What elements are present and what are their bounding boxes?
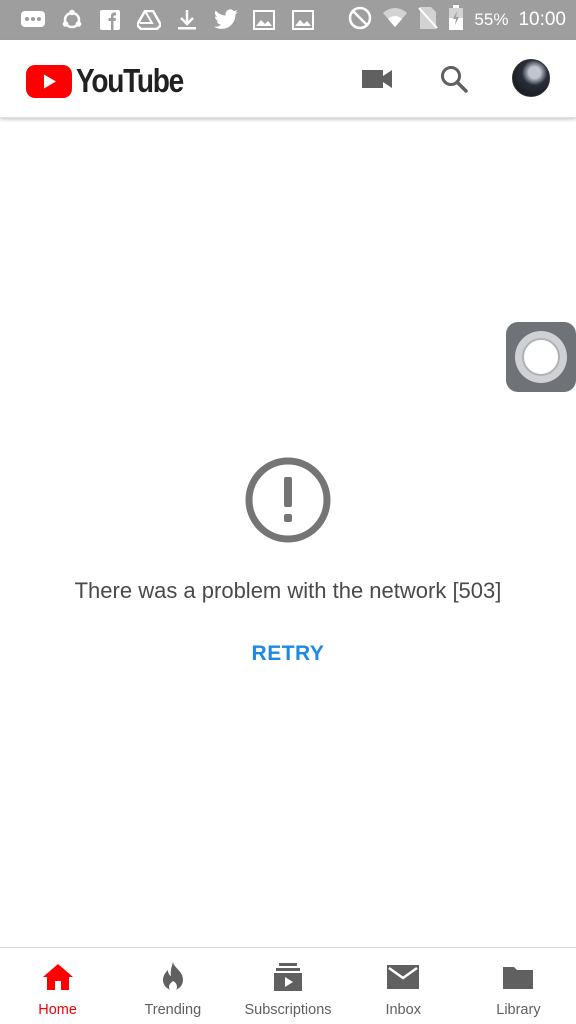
facebook-icon (91, 0, 130, 40)
assistive-touch-button[interactable] (506, 322, 576, 392)
nav-library[interactable]: Library (461, 948, 576, 1024)
app-bar: YouTube (0, 40, 576, 118)
bottom-navigation: Home Trending Subscriptions Inbox Librar… (0, 947, 576, 1024)
battery-icon (448, 4, 464, 36)
nav-trending[interactable]: Trending (115, 948, 230, 1024)
home-icon (41, 960, 75, 994)
image-icon (284, 0, 323, 40)
assistive-touch-dot (522, 338, 560, 376)
download-icon (168, 0, 207, 40)
nav-label-subscriptions: Subscriptions (244, 1002, 332, 1018)
exclamation-circle-icon (245, 457, 331, 543)
system-status: 55% 10:00 (348, 4, 566, 36)
sync-icon (53, 0, 92, 40)
wifi-icon (382, 7, 408, 34)
twitter-icon (207, 0, 246, 40)
do-not-disturb-icon (348, 6, 372, 35)
search-button[interactable] (432, 57, 476, 101)
youtube-screen: 55% 10:00 YouTube There was a problem wi… (0, 0, 576, 1024)
folder-icon (501, 960, 535, 994)
drive-icon (130, 0, 169, 40)
chat-bubble-icon (14, 0, 53, 40)
video-camera-icon (362, 70, 392, 88)
status-bar: 55% 10:00 (0, 0, 576, 40)
nav-label-trending: Trending (144, 1002, 202, 1018)
account-avatar[interactable] (512, 59, 550, 97)
notification-icons (14, 0, 322, 40)
nav-inbox[interactable]: Inbox (346, 948, 461, 1024)
retry-button[interactable]: RETRY (238, 634, 338, 674)
youtube-logo[interactable]: YouTube (26, 62, 202, 100)
logo-text: YouTube (76, 62, 184, 99)
nav-home[interactable]: Home (0, 948, 115, 1024)
nav-label-home: Home (38, 1002, 77, 1018)
nav-label-library: Library (496, 1002, 541, 1018)
no-sim-icon (418, 6, 439, 35)
error-message: There was a problem with the network [50… (74, 578, 502, 603)
clock: 10:00 (518, 9, 566, 30)
mail-icon (386, 960, 420, 994)
upload-button[interactable] (355, 57, 399, 101)
assistive-touch-ring (515, 331, 567, 383)
youtube-play-logo-icon (26, 64, 72, 98)
image-icon (245, 0, 284, 40)
battery-percent: 55% (474, 10, 509, 29)
search-icon (441, 66, 468, 93)
subscriptions-icon (271, 960, 305, 994)
nav-subscriptions[interactable]: Subscriptions (230, 948, 345, 1024)
nav-label-inbox: Inbox (385, 1002, 421, 1018)
flame-icon (156, 960, 190, 994)
